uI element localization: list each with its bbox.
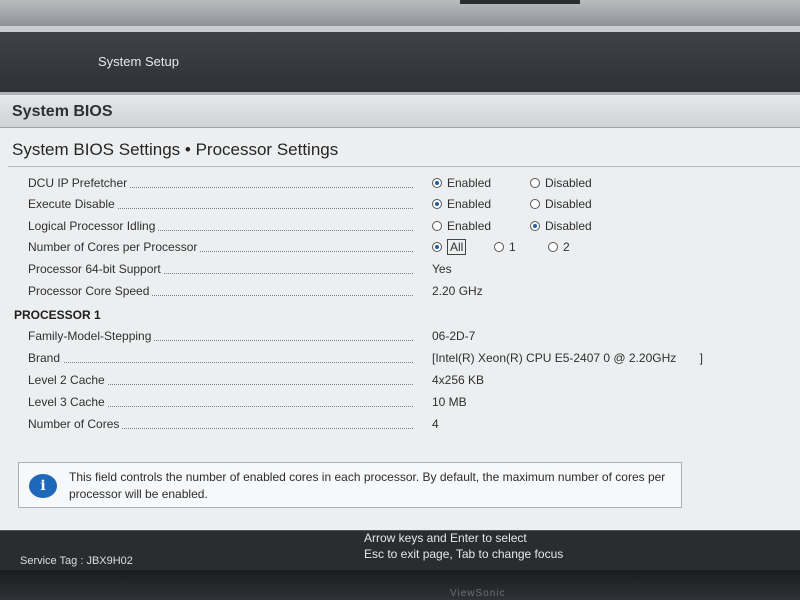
help-box: i This field controls the number of enab…	[18, 462, 682, 508]
help-text: This field controls the number of enable…	[69, 470, 666, 501]
setting-row-dcu-ip-prefetcher[interactable]: DCU IP Prefetcher Enabled Disabled	[0, 174, 800, 196]
setting-label: Processor 64-bit Support	[28, 262, 164, 276]
monitor-brand-logo: ViewSonic	[450, 588, 506, 599]
option-2[interactable]: 2	[548, 240, 570, 254]
bezel-notch	[460, 0, 580, 4]
option-enabled[interactable]: Enabled	[432, 197, 491, 211]
setting-row-64bit-support: Processor 64-bit Support Yes	[0, 260, 800, 282]
processor-row-number-of-cores: Number of Cores 4	[0, 415, 800, 437]
radio-unselected-icon	[548, 242, 558, 252]
processor-label: Brand	[28, 351, 64, 365]
title-divider	[8, 166, 800, 167]
option-disabled[interactable]: Disabled	[530, 197, 592, 211]
radio-selected-icon	[432, 242, 442, 252]
processor-1-heading: PROCESSOR 1	[14, 308, 101, 322]
setting-label: Processor Core Speed	[28, 284, 153, 298]
radio-selected-icon	[432, 199, 442, 209]
option-disabled[interactable]: Disabled	[530, 219, 592, 233]
radio-unselected-icon	[530, 199, 540, 209]
processor-value: 4x256 KB	[432, 373, 485, 387]
setting-row-cores-per-processor[interactable]: Number of Cores per Processor All 1 2	[0, 238, 800, 260]
service-tag: Service Tag : JBX9H02	[20, 555, 133, 567]
setting-label: Execute Disable	[28, 197, 118, 211]
bios-screen: System BIOS System BIOS Settings • Proce…	[0, 92, 800, 530]
processor-value: 06-2D-7	[432, 329, 476, 343]
setting-row-logical-processor-idling[interactable]: Logical Processor Idling Enabled Disable…	[0, 217, 800, 239]
info-icon: i	[29, 474, 57, 498]
monitor-bezel-bottom: ViewSonic	[0, 570, 800, 600]
processor-row-level-3-cache: Level 3 Cache 10 MB	[0, 393, 800, 415]
footer-bar: Service Tag : JBX9H02 Arrow keys and Ent…	[0, 530, 800, 570]
key-hint-exit: Esc to exit page, Tab to change focus	[364, 547, 564, 561]
processor-label: Number of Cores	[28, 417, 123, 431]
option-enabled[interactable]: Enabled	[432, 176, 491, 190]
option-disabled[interactable]: Disabled	[530, 176, 592, 190]
processor-row-family-model-stepping: Family-Model-Stepping 06-2D-7	[0, 327, 800, 349]
radio-unselected-icon	[530, 178, 540, 188]
processor-value: 4	[432, 417, 439, 431]
system-setup-title: System Setup	[98, 54, 179, 69]
processor-value: 10 MB	[432, 395, 467, 409]
option-enabled[interactable]: Enabled	[432, 219, 491, 233]
processor-label: Level 2 Cache	[28, 373, 108, 387]
setting-label: DCU IP Prefetcher	[28, 176, 131, 190]
processor-row-brand: Brand [Intel(R) Xeon(R) CPU E5-2407 0 @ …	[0, 349, 800, 371]
processor-value: [Intel(R) Xeon(R) CPU E5-2407 0 @ 2.20GH…	[432, 351, 703, 365]
radio-selected-icon	[432, 178, 442, 188]
system-setup-header: System Setup	[0, 26, 800, 92]
setting-row-execute-disable[interactable]: Execute Disable Enabled Disabled	[0, 195, 800, 217]
page-title: System BIOS Settings • Processor Setting…	[12, 140, 339, 159]
radio-unselected-icon	[432, 221, 442, 231]
setting-value: 2.20 GHz	[432, 284, 483, 298]
setting-label: Logical Processor Idling	[28, 219, 159, 233]
radio-selected-icon	[530, 221, 540, 231]
bios-title-bar: System BIOS	[0, 92, 800, 128]
setting-row-core-speed: Processor Core Speed 2.20 GHz	[0, 282, 800, 304]
key-hint-select: Arrow keys and Enter to select	[364, 531, 527, 545]
option-all[interactable]: All	[432, 239, 467, 255]
radio-unselected-icon	[494, 242, 504, 252]
focused-option-label: All	[447, 239, 467, 255]
processor-label: Level 3 Cache	[28, 395, 108, 409]
processor-label: Family-Model-Stepping	[28, 329, 155, 343]
bios-title: System BIOS	[12, 103, 113, 120]
setting-value: Yes	[432, 262, 452, 276]
setting-label: Number of Cores per Processor	[28, 240, 201, 254]
leader-dots	[28, 362, 413, 363]
option-1[interactable]: 1	[494, 240, 516, 254]
processor-row-level-2-cache: Level 2 Cache 4x256 KB	[0, 371, 800, 393]
monitor-bezel-top	[0, 0, 800, 26]
